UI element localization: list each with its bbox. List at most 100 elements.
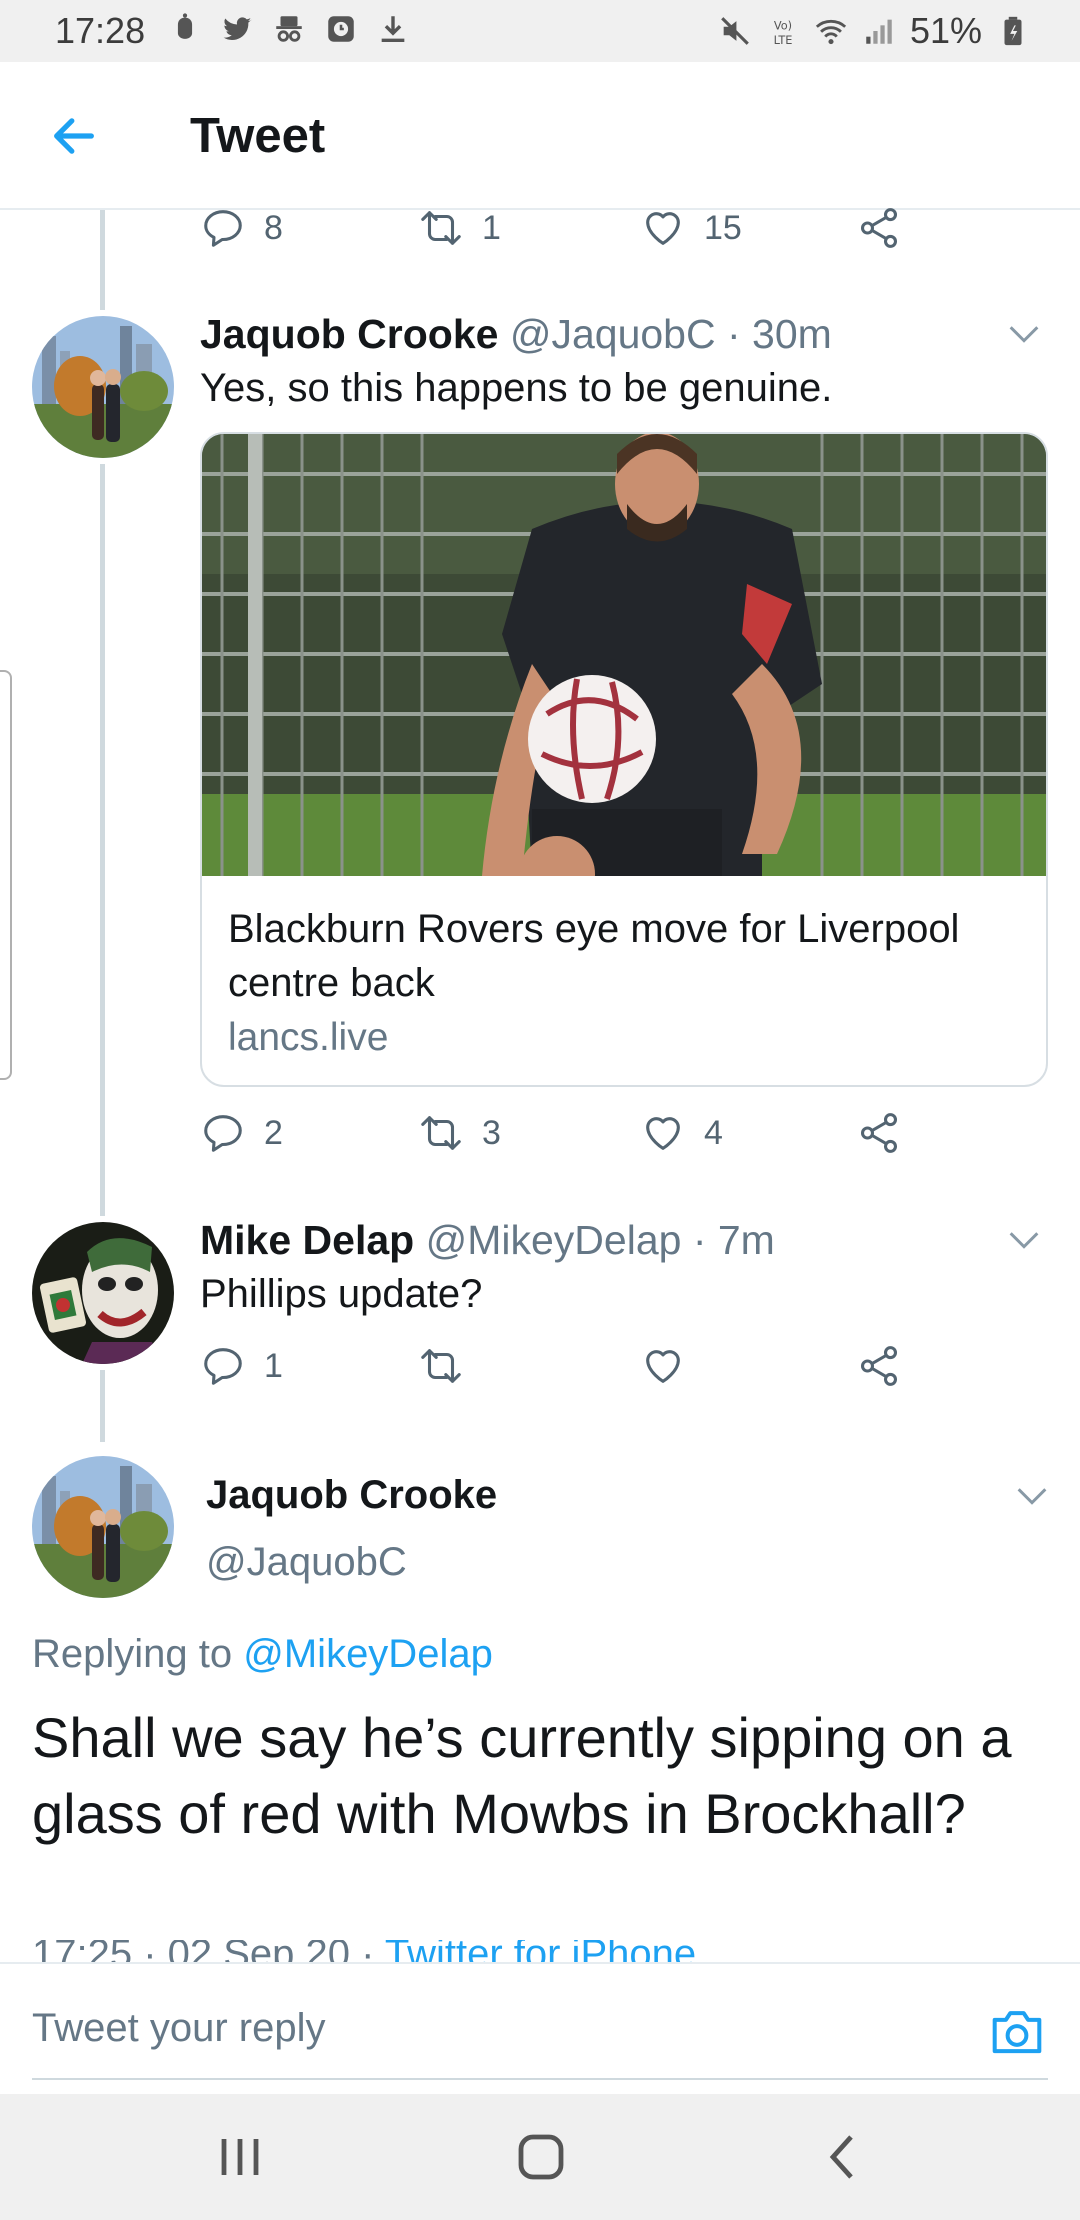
tweet-time: 7m: [717, 1217, 775, 1263]
share-button[interactable]: [856, 1110, 902, 1156]
share-button[interactable]: [856, 205, 902, 251]
tweet-actions: 2 3 4: [200, 1110, 900, 1170]
tweet-text: Phillips update?: [200, 1272, 483, 1316]
prev-tweet-actions: 8 1 15: [200, 205, 900, 265]
author-handle[interactable]: @JaquobC: [206, 1540, 407, 1585]
avatar[interactable]: [32, 1456, 174, 1598]
reply-underline: [32, 2078, 1048, 2080]
tweet-text: Yes, so this happens to be genuine.: [200, 366, 833, 410]
thread-line: [100, 210, 105, 310]
reply-icon: [204, 1348, 242, 1385]
reply-count: 2: [264, 1113, 283, 1152]
download-icon: [381, 16, 405, 43]
battery-percent: 51%: [909, 10, 982, 51]
edge-panel-handle[interactable]: [0, 670, 12, 1080]
share-button[interactable]: [856, 1343, 902, 1389]
reply-count: 1: [264, 1346, 283, 1385]
share-icon: [860, 208, 898, 248]
volte-icon: Vo)LTE: [774, 19, 793, 47]
tweet-timestamp: 17:25 · 02 Sep 20 ·: [32, 1940, 385, 1962]
chevron-down-icon[interactable]: [1004, 314, 1044, 354]
mention-link[interactable]: @MikeyDelap: [243, 1632, 493, 1676]
back-icon[interactable]: [813, 2132, 873, 2182]
share-icon: [860, 1346, 898, 1386]
avatar[interactable]: [32, 1222, 174, 1364]
chevron-down-icon[interactable]: [1012, 1476, 1052, 1516]
thread-line: [100, 464, 105, 1216]
heart-icon: [646, 1117, 680, 1150]
retweet-count: 3: [482, 1113, 501, 1152]
svg-text:Vo): Vo): [774, 19, 792, 33]
android-debug-icon: [177, 13, 193, 39]
home-icon[interactable]: [511, 2132, 571, 2182]
signal-icon: [866, 19, 892, 44]
separator-dot: ·: [715, 311, 753, 357]
tweet-header: Jaquob Crooke @JaquobC · 30m: [200, 311, 832, 358]
like-count: 4: [704, 1113, 723, 1152]
heart-icon: [646, 212, 680, 245]
thread-line: [100, 1370, 105, 1442]
tweet-header: Mike Delap @MikeyDelap · 7m: [200, 1217, 775, 1264]
retweet-icon: [421, 1349, 461, 1383]
reply-count: 8: [264, 208, 283, 247]
card-title: Blackburn Rovers eye move for Liverpool …: [228, 907, 960, 1005]
retweet-icon: [421, 1116, 461, 1150]
like-button[interactable]: [640, 1343, 704, 1389]
reply-button[interactable]: 1: [200, 1343, 283, 1389]
reply-input[interactable]: Tweet your reply: [32, 2006, 325, 2051]
mute-icon: [721, 17, 749, 45]
tweet-source[interactable]: Twitter for iPhone: [385, 1940, 696, 1962]
separator-dot: ·: [681, 1217, 718, 1263]
card-domain: lancs.live: [228, 1016, 389, 1059]
author-name[interactable]: Jaquob Crooke: [200, 311, 498, 357]
top-app-bar: Tweet: [0, 62, 1080, 210]
twitter-bird-icon: [223, 17, 252, 41]
incognito-icon: [276, 16, 302, 42]
like-count: 15: [704, 208, 742, 247]
avatar-photo: [32, 1222, 174, 1364]
replying-prefix: Replying to: [32, 1632, 233, 1676]
author-name[interactable]: Mike Delap: [200, 1217, 414, 1263]
retweet-icon: [421, 211, 461, 245]
retweet-count: 1: [482, 208, 501, 247]
replying-to: Replying to @MikeyDelap: [32, 1632, 493, 1677]
heart-icon: [646, 1350, 680, 1383]
chevron-down-icon[interactable]: [1004, 1220, 1044, 1260]
avatar-photo: [32, 1456, 174, 1598]
card-image: [202, 434, 1046, 876]
retweet-button[interactable]: 1: [418, 205, 501, 251]
wifi-icon: [815, 19, 847, 45]
reply-bar: Tweet your reply: [0, 1962, 1080, 2094]
author-handle[interactable]: @MikeyDelap: [426, 1217, 682, 1263]
navigation-bar: [0, 2094, 1080, 2220]
share-icon: [860, 1113, 898, 1153]
reply-button[interactable]: 8: [200, 205, 283, 251]
tweet-screen: 17:28 Vo) LTE 51% Tweet 8 1 15 Jaquob Cr…: [0, 0, 1080, 2220]
link-card[interactable]: Blackburn Rovers eye move for Liverpool …: [200, 432, 1048, 1087]
author-handle[interactable]: @JaquobC: [510, 311, 716, 357]
battery-icon: [1004, 16, 1022, 46]
system-icons: Vo) LTE 51%: [718, 10, 1030, 52]
main-tweet-text: Shall we say he’s currently sipping on a…: [32, 1706, 1012, 1845]
page-title: Tweet: [190, 109, 326, 163]
reply-icon: [204, 210, 242, 247]
recent-apps-icon[interactable]: [210, 2132, 270, 2182]
reply-icon: [204, 1115, 242, 1152]
retweet-button[interactable]: 3: [418, 1110, 501, 1156]
tweet-meta: 17:25 · 02 Sep 20 · Twitter for iPhone: [32, 1940, 696, 1962]
like-button[interactable]: 15: [640, 205, 742, 251]
tweet-actions: 1: [200, 1343, 900, 1403]
avatar[interactable]: [32, 316, 174, 458]
svg-text:LTE: LTE: [774, 33, 793, 47]
retweet-button[interactable]: [418, 1343, 482, 1389]
status-time: 17:28: [55, 10, 146, 51]
status-bar: 17:28 Vo) LTE 51%: [0, 0, 1080, 62]
reply-button[interactable]: 2: [200, 1110, 283, 1156]
back-arrow-icon[interactable]: [48, 110, 100, 162]
alarm-icon: [328, 16, 354, 42]
camera-icon[interactable]: [988, 2004, 1046, 2058]
avatar-photo: [32, 316, 174, 458]
author-name[interactable]: Jaquob Crooke: [206, 1473, 497, 1518]
tweet-time: 30m: [752, 311, 832, 357]
like-button[interactable]: 4: [640, 1110, 723, 1156]
